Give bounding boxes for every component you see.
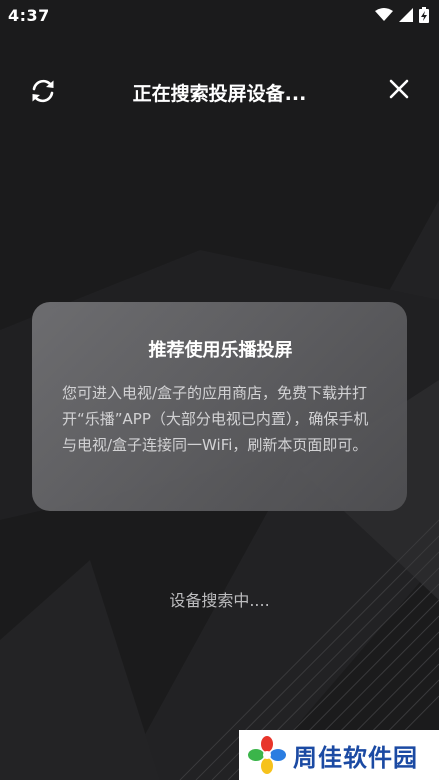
watermark-logo-icon <box>248 736 286 774</box>
signal-icon <box>399 8 413 22</box>
header: 正在搜索投屏设备... <box>0 62 439 118</box>
wifi-icon <box>375 8 393 21</box>
recommendation-card: 推荐使用乐播投屏 您可进入电视/盒子的应用商店，免费下载并打开“乐播”APP（大… <box>32 302 407 511</box>
status-bar: 4:37 <box>0 0 439 30</box>
status-icons <box>375 7 429 23</box>
close-icon <box>389 79 409 99</box>
watermark: 周佳软件园 <box>239 730 439 780</box>
status-time: 4:37 <box>8 5 50 25</box>
page-title: 正在搜索投屏设备... <box>132 83 307 105</box>
watermark-text: 周佳软件园 <box>293 743 418 772</box>
searching-status: 设备搜索中.... <box>169 591 270 610</box>
battery-icon <box>419 7 429 23</box>
card-body: 您可进入电视/盒子的应用商店，免费下载并打开“乐播”APP（大部分电视已内置），… <box>62 384 369 454</box>
card-title: 推荐使用乐播投屏 <box>148 340 293 361</box>
close-button[interactable] <box>386 76 412 102</box>
